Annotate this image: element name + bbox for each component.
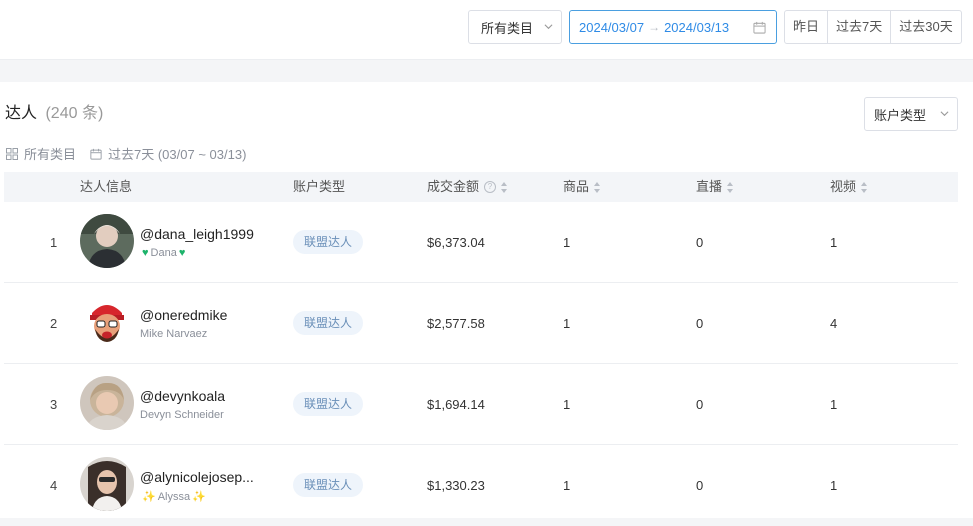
account-type-badge: 联盟达人 xyxy=(293,473,364,497)
goods-count: 1 xyxy=(563,315,571,331)
goods-count: 1 xyxy=(563,396,571,412)
influencer-handle[interactable]: @oneredmike xyxy=(140,307,227,323)
live-count: 0 xyxy=(696,234,704,250)
range-7days-button[interactable]: 过去7天 xyxy=(828,11,892,43)
page-title: 达人 (240 条) xyxy=(5,99,103,123)
live-count: 0 xyxy=(696,396,704,412)
row-rank: 1 xyxy=(50,234,58,250)
sparkles-icon: ✨ xyxy=(142,491,156,503)
avatar[interactable] xyxy=(80,376,134,430)
avatar[interactable] xyxy=(80,295,134,349)
sparkles-icon: ✨ xyxy=(192,491,206,503)
header-amount[interactable]: 成交金额? xyxy=(427,172,508,202)
table-row[interactable]: 2 @oneredmike Mike Narvaez 联盟达人 $2,577.5… xyxy=(4,283,958,364)
account-type-select-label: 账户类型 xyxy=(874,107,927,123)
header-live[interactable]: 直播 xyxy=(696,172,734,202)
influencer-handle[interactable]: @alynicolejosep... xyxy=(140,469,254,485)
row-rank: 2 xyxy=(50,315,58,331)
account-type-select[interactable]: 账户类型 xyxy=(864,97,958,131)
nickname-text: Dana xyxy=(150,247,177,259)
range-yesterday-button[interactable]: 昨日 xyxy=(785,11,829,43)
sort-icon[interactable] xyxy=(594,181,601,193)
top-toolbar: 所有类目 2024/03/07 → 2024/03/13 昨日 过去7天 过去3… xyxy=(0,0,973,60)
table-row[interactable]: 3 @devynkoala Devyn Schneider 联盟达人 $1,69… xyxy=(4,364,958,445)
heart-icon: ♥ xyxy=(178,247,186,259)
header-video[interactable]: 视频 xyxy=(830,172,868,202)
influencer-nickname: Devyn Schneider xyxy=(140,409,224,421)
calendar-icon xyxy=(753,21,766,34)
record-count: (240 条) xyxy=(45,105,104,122)
goods-count: 1 xyxy=(563,234,571,250)
nickname-text: Devyn Schneider xyxy=(140,409,224,421)
header-amount-label: 成交金额 xyxy=(427,179,480,194)
range-30days-button[interactable]: 过去30天 xyxy=(891,11,960,43)
date-end: 2024/03/13 xyxy=(664,19,730,35)
influencer-nickname: Mike Narvaez xyxy=(140,328,207,340)
sales-amount: $1,694.14 xyxy=(427,396,485,412)
page-title-text: 达人 xyxy=(5,105,38,122)
live-count: 0 xyxy=(696,477,704,493)
category-select-label: 所有类目 xyxy=(481,20,534,36)
influencer-nickname: ♥ Dana ♥ xyxy=(140,247,187,259)
category-select[interactable]: 所有类目 xyxy=(468,10,562,44)
date-range-picker[interactable]: 2024/03/07 → 2024/03/13 xyxy=(569,10,777,44)
header-info: 达人信息 xyxy=(80,172,132,202)
filter-category: 所有类目 xyxy=(6,144,76,163)
table-row[interactable]: 4 @alynicolejosep... ✨ Alyssa ✨ 联盟达人 $1,… xyxy=(4,445,958,526)
filter-category-text: 所有类目 xyxy=(24,147,77,162)
header-account-type-label: 账户类型 xyxy=(293,179,346,194)
filter-range-text: 过去7天 (03/07 ~ 03/13) xyxy=(108,147,247,162)
table-header: 达人信息 账户类型 成交金额? 商品 直播 视频 xyxy=(4,172,958,202)
video-count: 1 xyxy=(830,234,838,250)
sales-amount: $6,373.04 xyxy=(427,234,485,250)
header-goods[interactable]: 商品 xyxy=(563,172,601,202)
goods-count: 1 xyxy=(563,477,571,493)
influencer-handle[interactable]: @dana_leigh1999 xyxy=(140,226,254,242)
arrow-right-icon: → xyxy=(648,20,661,34)
header-video-label: 视频 xyxy=(830,179,857,194)
nickname-text: Alyssa xyxy=(157,490,191,503)
account-type-badge: 联盟达人 xyxy=(293,311,364,335)
account-type-badge: 联盟达人 xyxy=(293,392,364,416)
influencer-nickname: ✨ Alyssa ✨ xyxy=(140,490,208,504)
avatar[interactable] xyxy=(80,214,134,268)
video-count: 1 xyxy=(830,477,838,493)
nickname-text: Mike Narvaez xyxy=(140,328,208,340)
grid-icon xyxy=(6,147,18,160)
calendar-icon xyxy=(90,148,102,160)
chevron-down-icon xyxy=(544,24,553,30)
sales-amount: $1,330.23 xyxy=(427,477,485,493)
row-rank: 3 xyxy=(50,396,58,412)
header-info-label: 达人信息 xyxy=(80,179,133,194)
video-count: 1 xyxy=(830,396,838,412)
header-account-type: 账户类型 xyxy=(293,172,345,202)
influencer-handle[interactable]: @devynkoala xyxy=(140,388,225,404)
active-filters: 所有类目 过去7天 (03/07 ~ 03/13) xyxy=(6,144,260,163)
video-count: 4 xyxy=(830,315,838,331)
account-type-badge: 联盟达人 xyxy=(293,230,364,254)
help-icon[interactable]: ? xyxy=(484,181,497,193)
filter-range: 过去7天 (03/07 ~ 03/13) xyxy=(90,144,246,163)
table-row[interactable]: 1 @dana_leigh1999 ♥ Dana ♥ 联盟达人 $6,373.0… xyxy=(4,202,958,283)
quick-range-group: 昨日 过去7天 过去30天 xyxy=(784,10,962,44)
chevron-down-icon xyxy=(940,111,949,117)
influencer-panel: 达人 (240 条) 账户类型 所有类目 过去7天 (03/07 ~ 03/13… xyxy=(0,82,973,518)
date-start: 2024/03/07 xyxy=(579,19,645,35)
heart-icon: ♥ xyxy=(142,247,149,259)
header-live-label: 直播 xyxy=(696,179,723,194)
row-rank: 4 xyxy=(50,477,58,493)
sort-icon[interactable] xyxy=(861,181,868,193)
sort-icon[interactable] xyxy=(501,181,508,193)
header-goods-label: 商品 xyxy=(563,179,590,194)
avatar[interactable] xyxy=(80,457,134,511)
sales-amount: $2,577.58 xyxy=(427,315,485,331)
live-count: 0 xyxy=(696,315,704,331)
sort-icon[interactable] xyxy=(727,181,734,193)
